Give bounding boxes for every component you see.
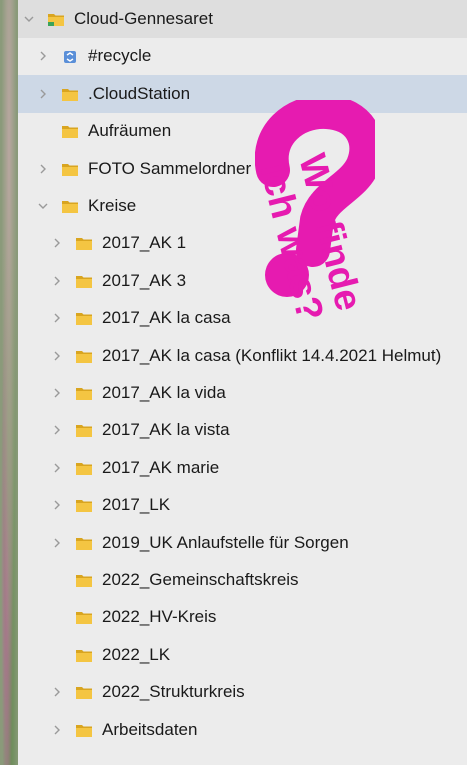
tree-row[interactable]: Arbeitsdaten bbox=[18, 711, 467, 749]
chevron-right-icon[interactable] bbox=[50, 723, 64, 737]
chevron-right-icon[interactable] bbox=[50, 311, 64, 325]
chevron-right-icon[interactable] bbox=[50, 685, 64, 699]
chevron-right-icon[interactable] bbox=[50, 498, 64, 512]
chevron-right-icon[interactable] bbox=[50, 236, 64, 250]
folder-tree-panel: Cloud-Gennesaret #recycle .CloudStation Auf… bbox=[18, 0, 467, 765]
tree-row-label: 2022_Gemeinschaftskreis bbox=[102, 570, 299, 589]
tree-row-label: .CloudStation bbox=[88, 83, 191, 103]
folder-icon bbox=[76, 274, 92, 288]
tree-row-label: 2019_UK Anlaufstelle für Sorgen bbox=[102, 532, 349, 552]
background-photo bbox=[0, 0, 18, 765]
folder-icon bbox=[76, 386, 92, 400]
tree-row[interactable]: 2017_LK bbox=[18, 486, 467, 524]
folder-icon bbox=[76, 311, 92, 326]
tree-row[interactable]: Cloud-Gennesaret bbox=[18, 0, 467, 38]
folder-icon bbox=[62, 87, 78, 101]
tree-row-label: 2017_AK 3 bbox=[102, 270, 187, 290]
tree-row-label: 2017_LK bbox=[102, 495, 171, 515]
tree-row-label: Arbeitsdaten bbox=[102, 719, 198, 739]
tree-row[interactable]: 2019_UK Anlaufstelle für Sorgen bbox=[18, 524, 467, 562]
tree-row[interactable]: 2022_LK bbox=[18, 636, 467, 674]
chevron-right-icon[interactable] bbox=[50, 423, 64, 437]
folder-icon bbox=[76, 685, 92, 700]
chevron-right-icon[interactable] bbox=[50, 386, 64, 400]
tree-row[interactable]: 2017_AK la vida bbox=[18, 374, 467, 412]
folder-icon bbox=[76, 648, 92, 662]
folder-icon bbox=[76, 423, 92, 438]
folder-icon bbox=[76, 349, 92, 363]
tree-row[interactable]: FOTO Sammelordner bbox=[18, 150, 467, 188]
tree-row-label: 2017_AK 1 bbox=[102, 233, 187, 253]
tree-row[interactable]: Kreise bbox=[18, 187, 467, 225]
tree-row[interactable]: 2017_AK 3 bbox=[18, 262, 467, 300]
chevron-right-icon[interactable] bbox=[50, 349, 64, 363]
tree-row-label: #recycle bbox=[88, 46, 152, 66]
tree-row-label: 2017_AK la casa bbox=[102, 308, 231, 328]
chevron-down-icon[interactable] bbox=[36, 199, 50, 213]
folder-icon bbox=[76, 461, 92, 475]
folder-icon bbox=[76, 723, 92, 737]
tree-row[interactable]: Aufräumen bbox=[18, 112, 467, 150]
tree-row[interactable]: 2017_AK la casa (Konflikt 14.4.2021 Helm… bbox=[18, 337, 467, 375]
tree-row-label: 2022_Strukturkreis bbox=[102, 682, 245, 702]
tree-row-label: Cloud-Gennesaret bbox=[74, 9, 213, 28]
chevron-right-icon[interactable] bbox=[36, 87, 50, 101]
tree-row[interactable]: 2017_AK la vista bbox=[18, 411, 467, 449]
tree-row[interactable]: 2022_Gemeinschaftskreis bbox=[18, 561, 467, 599]
folder-icon bbox=[76, 236, 92, 251]
chevron-right-icon[interactable] bbox=[50, 274, 64, 288]
tree-row-label: Aufräumen bbox=[88, 121, 172, 141]
folder-icon bbox=[62, 199, 78, 213]
tree-row-label: 2017_AK la casa (Konflikt 14.4.2021 Helm… bbox=[102, 345, 442, 365]
folder-icon bbox=[76, 498, 92, 513]
tree-row[interactable]: 2022_HV-Kreis bbox=[18, 598, 467, 636]
tree-row-label: 2017_AK marie bbox=[102, 457, 220, 477]
tree-row-label: 2017_AK la vista bbox=[102, 420, 230, 440]
tree-row[interactable]: 2022_Strukturkreis bbox=[18, 673, 467, 711]
folder-icon bbox=[76, 536, 92, 550]
tree-row[interactable]: #recycle bbox=[18, 37, 467, 75]
tree-row-label: 2017_AK la vida bbox=[102, 383, 226, 402]
tree-row[interactable]: 2017_AK la casa bbox=[18, 299, 467, 337]
recycle-bin-icon bbox=[62, 49, 78, 64]
tree-row[interactable]: 2017_AK marie bbox=[18, 449, 467, 487]
cloud-folder-icon bbox=[48, 12, 64, 26]
tree-row-label: 2022_LK bbox=[102, 644, 171, 664]
folder-icon bbox=[62, 162, 78, 176]
folder-icon bbox=[76, 610, 92, 625]
tree-row[interactable]: 2017_AK 1 bbox=[18, 224, 467, 262]
tree-row-label: FOTO Sammelordner bbox=[88, 158, 252, 178]
folder-icon bbox=[62, 124, 78, 139]
folder-icon bbox=[76, 573, 92, 587]
chevron-right-icon[interactable] bbox=[36, 162, 50, 176]
tree-row[interactable]: .CloudStation bbox=[18, 74, 467, 113]
chevron-right-icon[interactable] bbox=[50, 536, 64, 550]
chevron-down-icon[interactable] bbox=[22, 12, 36, 26]
chevron-right-icon[interactable] bbox=[36, 49, 50, 63]
tree-row-label: 2022_HV-Kreis bbox=[102, 607, 217, 627]
chevron-right-icon[interactable] bbox=[50, 461, 64, 475]
tree-row-label: Kreise bbox=[88, 196, 137, 215]
